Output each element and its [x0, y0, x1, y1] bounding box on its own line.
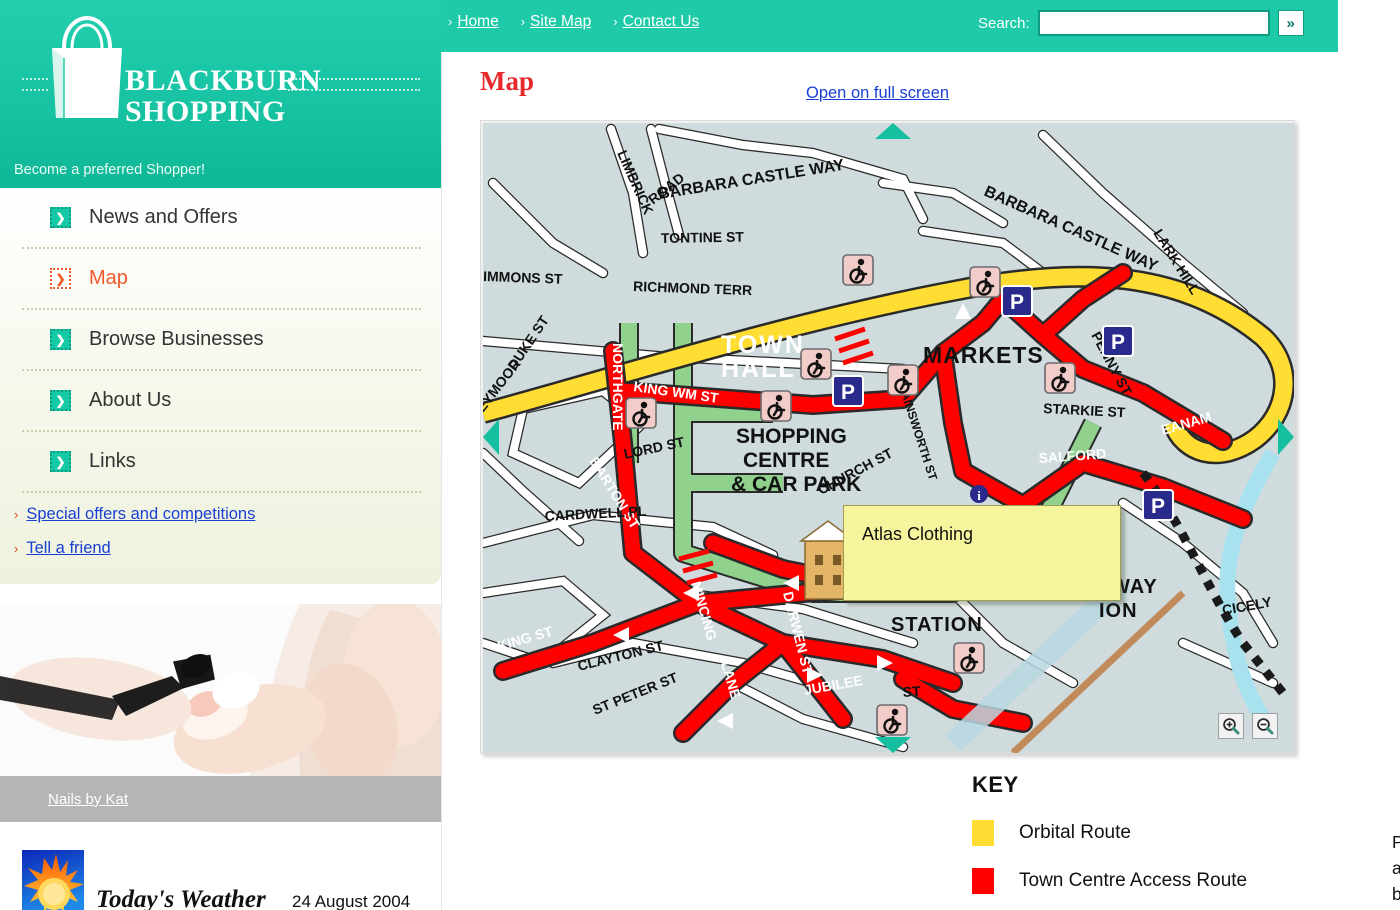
svg-text:ION: ION [1099, 600, 1138, 622]
search-input[interactable] [1037, 10, 1270, 36]
advert-panel[interactable]: Nails by Kat [0, 604, 441, 822]
svg-text:IMMONS ST: IMMONS ST [483, 268, 563, 287]
topnav-link-contact-us[interactable]: Contact Us [623, 13, 700, 31]
svg-text:ST: ST [902, 683, 921, 700]
sidebar-label-about-us: About Us [89, 389, 172, 411]
sublink-label-tell-a-friend[interactable]: Tell a friend [26, 539, 110, 558]
sidebar-label-browse-businesses: Browse Businesses [89, 328, 264, 350]
page-title: Map [480, 66, 534, 96]
map-zoom-in-button[interactable] [1218, 713, 1244, 739]
map-instructions: Please place your mouse over the map and… [1392, 832, 1400, 910]
weather-title: Today's Weather [96, 886, 266, 910]
chevron-right-icon: › [14, 541, 19, 556]
key-swatch-access [972, 868, 994, 894]
map-canvas[interactable]: TOWN HALL MARKETS SHOPPING CENTRE & CAR … [483, 123, 1294, 753]
map-key: KEY Orbital Route Town Centre Access Rou… [972, 772, 1247, 894]
key-title: KEY [972, 772, 1019, 797]
chevron-right-icon: › [613, 14, 618, 29]
map-tooltip-label: Atlas Clothing [862, 524, 974, 544]
brand-wordmark: BLACKBURN SHOPPING [125, 64, 322, 128]
sidebar-item-browse-businesses[interactable]: ❯ Browse Businesses [0, 310, 441, 369]
advert-image [0, 604, 441, 776]
map-zoom-out-button[interactable] [1252, 713, 1278, 739]
topnav-link-site-map[interactable]: Site Map [530, 13, 591, 31]
chevron-right-box-icon: ❯ [50, 390, 71, 411]
open-full-screen-link[interactable]: Open on full screen [806, 84, 949, 103]
map-pan-right-button[interactable] [1278, 419, 1294, 455]
main-content: Map Open on full screen TOWN HALL MARKET… [441, 52, 1400, 910]
topnav-item-site-map[interactable]: › Site Map [521, 13, 592, 31]
double-chevron-right-icon: » [1286, 14, 1295, 32]
sidebar-item-about-us[interactable]: ❯ About Us [0, 371, 441, 430]
search-submit-button[interactable]: » [1277, 10, 1304, 36]
advert-link[interactable]: Nails by Kat [48, 791, 128, 808]
key-swatch-orbital [972, 820, 994, 846]
sidebar-sublink-special-offers[interactable]: › Special offers and competitions [0, 505, 441, 539]
shopping-bag-icon [44, 14, 130, 127]
svg-text:HALL: HALL [721, 355, 796, 383]
chevron-right-box-icon: ❯ [50, 268, 71, 289]
svg-text:SHOPPING: SHOPPING [736, 425, 847, 448]
topnav-link-home[interactable]: Home [457, 13, 498, 31]
weather-date: 24 August 2004 [292, 892, 411, 910]
svg-text:STATION: STATION [891, 614, 983, 636]
chevron-right-icon: › [14, 507, 19, 522]
sidebar-item-news-and-offers[interactable]: ❯ News and Offers [0, 188, 441, 247]
map-pan-left-button[interactable] [483, 419, 499, 455]
key-entry-orbital-route: Orbital Route [972, 820, 1247, 846]
sidebar-menu: ❯ News and Offers ❯ Map ❯ Browse Busines… [0, 188, 441, 584]
sidebar-sublink-tell-a-friend[interactable]: › Tell a friend [0, 539, 441, 573]
sidebar-label-links: Links [89, 450, 136, 472]
top-navigation: › Home › Site Map › Contact Us [448, 13, 699, 31]
key-label-orbital: Orbital Route [1019, 822, 1131, 843]
map-zoom-controls [1218, 713, 1278, 739]
advert-caption-bar: Nails by Kat [0, 776, 441, 822]
chevron-right-box-icon: ❯ [50, 451, 71, 472]
page-root: › Home › Site Map › Contact Us Search: » [0, 0, 1400, 910]
brand-line-1: BLACKBURN [125, 64, 322, 97]
topnav-item-home[interactable]: › Home [448, 13, 499, 31]
chevron-right-box-icon: ❯ [50, 329, 71, 350]
search-area: Search: » [978, 10, 1304, 36]
logo-panel: BLACKBURN SHOPPING Become a preferred Sh… [0, 0, 441, 188]
weather-panel: Today's Weather 24 August 2004 [0, 840, 441, 910]
sun-icon [22, 850, 84, 910]
brand-line-2: SHOPPING [125, 94, 286, 128]
site-tagline: Become a preferred Shopper! [14, 162, 206, 178]
chevron-right-box-icon: ❯ [50, 207, 71, 228]
chevron-right-icon: › [448, 14, 453, 29]
chevron-right-icon: › [520, 14, 526, 29]
magnifier-plus-icon [1223, 718, 1240, 735]
magnifier-minus-icon [1257, 718, 1274, 735]
svg-text:TONTINE ST: TONTINE ST [661, 229, 745, 246]
sublink-label-special-offers[interactable]: Special offers and competitions [26, 505, 255, 524]
svg-text:MARKETS: MARKETS [923, 342, 1044, 368]
svg-text:NORTHGATE: NORTHGATE [610, 343, 626, 431]
key-label-access: Town Centre Access Route [1019, 870, 1248, 891]
search-label: Search: [978, 14, 1030, 32]
sidebar-item-map[interactable]: ❯ Map [0, 249, 441, 308]
svg-text:CENTRE: CENTRE [743, 449, 829, 472]
topnav-item-contact-us[interactable]: › Contact Us [613, 13, 699, 31]
map-pan-down-button[interactable] [875, 737, 911, 753]
sidebar-item-links[interactable]: ❯ Links [0, 432, 441, 491]
sidebar-label-map: Map [89, 267, 128, 289]
map-pan-up-button[interactable] [875, 123, 911, 139]
map-tooltip[interactable]: Atlas Clothing [843, 505, 1121, 601]
map-frame: TOWN HALL MARKETS SHOPPING CENTRE & CAR … [480, 120, 1295, 754]
sidebar-label-news-and-offers: News and Offers [89, 206, 238, 228]
key-entry-town-centre-access-route: Town Centre Access Route [972, 868, 1247, 894]
